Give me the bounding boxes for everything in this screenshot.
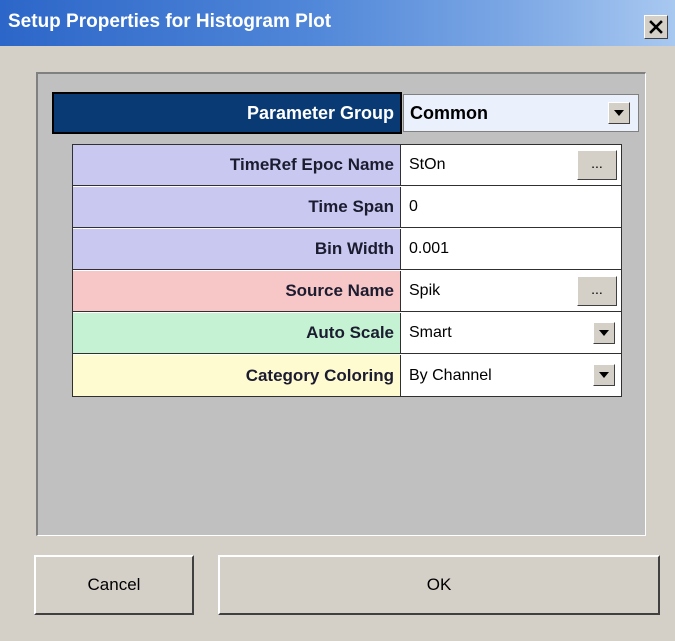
property-value: 0.001 <box>409 240 450 257</box>
ok-button[interactable]: OK <box>218 555 660 615</box>
bin-width-field[interactable]: 0.001 <box>401 229 621 269</box>
parameter-group-dropdown-button[interactable] <box>608 102 630 124</box>
close-button[interactable] <box>644 15 668 39</box>
chevron-down-icon <box>599 330 609 336</box>
property-value: 0 <box>409 198 418 215</box>
chevron-down-icon <box>599 372 609 378</box>
property-label: TimeRef Epoc Name <box>73 145 401 185</box>
time-span-field[interactable]: 0 <box>401 187 621 227</box>
auto-scale-dropdown-button[interactable] <box>593 322 615 344</box>
property-value: Spik <box>409 282 441 299</box>
title-bar[interactable]: Setup Properties for Histogram Plot <box>0 0 675 46</box>
source-name-field[interactable]: Spik ... <box>401 271 621 311</box>
chevron-down-icon <box>614 110 624 116</box>
category-coloring-select[interactable]: By Channel <box>401 355 621 396</box>
property-row-timeref-epoc-name: TimeRef Epoc Name StOn ... <box>73 145 621 186</box>
category-coloring-dropdown-button[interactable] <box>593 364 615 386</box>
property-value: By Channel <box>409 366 492 384</box>
property-row-category-coloring: Category Coloring By Channel <box>73 355 621 396</box>
histogram-setup-dialog: Setup Properties for Histogram Plot Para… <box>0 0 675 641</box>
parameter-group-label: Parameter Group <box>52 92 402 134</box>
property-row-bin-width: Bin Width 0.001 <box>73 229 621 270</box>
property-label: Source Name <box>73 271 401 311</box>
property-label: Auto Scale <box>73 313 401 353</box>
close-icon <box>649 20 663 34</box>
property-row-source-name: Source Name Spik ... <box>73 271 621 312</box>
property-value: Smart <box>409 324 452 341</box>
browse-button[interactable]: ... <box>577 150 617 180</box>
property-label: Bin Width <box>73 229 401 269</box>
property-row-time-span: Time Span 0 <box>73 187 621 228</box>
browse-button[interactable]: ... <box>577 276 617 306</box>
property-label: Time Span <box>73 187 401 227</box>
cancel-button[interactable]: Cancel <box>34 555 194 615</box>
dialog-title: Setup Properties for Histogram Plot <box>8 11 332 32</box>
property-label: Category Coloring <box>73 355 401 396</box>
property-row-auto-scale: Auto Scale Smart <box>73 313 621 354</box>
parameter-group-value: Common <box>410 102 488 123</box>
auto-scale-select[interactable]: Smart <box>401 313 621 353</box>
property-value: StOn <box>409 156 446 173</box>
parameter-group-select[interactable]: Common <box>403 94 639 132</box>
timeref-epoc-name-field[interactable]: StOn ... <box>401 145 621 185</box>
property-grid: TimeRef Epoc Name StOn ... Time Span 0 B… <box>72 144 622 397</box>
